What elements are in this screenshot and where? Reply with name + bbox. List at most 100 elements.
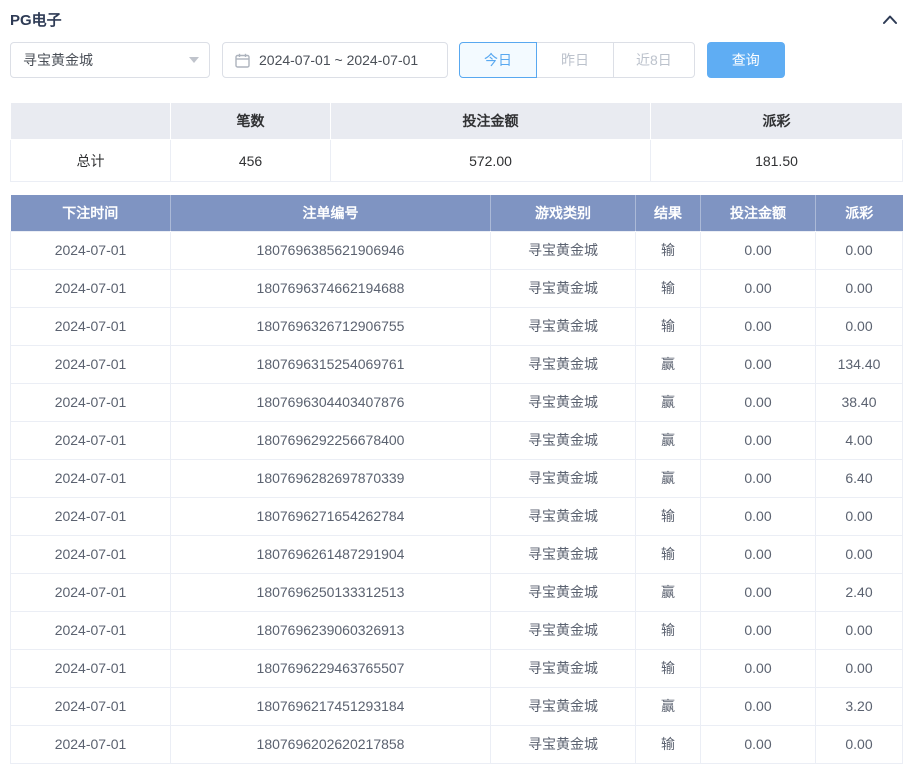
- table-cell: 0.00: [816, 535, 903, 573]
- table-cell: 输: [636, 231, 701, 269]
- table-cell: 2024-07-01: [11, 611, 171, 649]
- collapse-button[interactable]: [878, 12, 902, 27]
- table-cell: 0.00: [816, 611, 903, 649]
- table-cell: 0.00: [701, 497, 816, 535]
- table-cell: 2024-07-01: [11, 383, 171, 421]
- table-cell: 1807696239060326913: [171, 611, 491, 649]
- pg-panel: PG电子 寻宝黄金城 2024-07-01 ~ 2024-07-01 今日昨日近…: [0, 0, 912, 764]
- bet-col-header: 下注时间: [11, 195, 171, 231]
- search-button[interactable]: 查询: [707, 42, 785, 78]
- bet-header-row: 下注时间注单编号游戏类别结果投注金额派彩: [11, 195, 903, 231]
- table-cell: 0.00: [816, 269, 903, 307]
- bet-col-header: 结果: [636, 195, 701, 231]
- table-cell: 1807696374662194688: [171, 269, 491, 307]
- table-row: 2024-07-011807696271654262784寻宝黄金城输0.000…: [11, 497, 903, 535]
- summary-col-header: 笔数: [171, 103, 331, 140]
- quick-range-button[interactable]: 昨日: [536, 42, 614, 78]
- table-cell: 0.00: [701, 535, 816, 573]
- table-row: 2024-07-011807696326712906755寻宝黄金城输0.000…: [11, 307, 903, 345]
- table-cell: 赢: [636, 459, 701, 497]
- table-cell: 赢: [636, 687, 701, 725]
- summary-count: 456: [171, 140, 331, 182]
- table-cell: 1807696385621906946: [171, 231, 491, 269]
- bet-col-header: 派彩: [816, 195, 903, 231]
- table-cell: 0.00: [701, 421, 816, 459]
- table-cell: 寻宝黄金城: [491, 573, 636, 611]
- table-row: 2024-07-011807696202620217858寻宝黄金城输0.000…: [11, 725, 903, 763]
- table-cell: 2024-07-01: [11, 459, 171, 497]
- summary-payout: 181.50: [651, 140, 903, 182]
- date-range-input[interactable]: 2024-07-01 ~ 2024-07-01: [222, 42, 448, 78]
- table-cell: 0.00: [701, 269, 816, 307]
- filter-bar: 寻宝黄金城 2024-07-01 ~ 2024-07-01 今日昨日近8日 查询: [10, 42, 902, 78]
- bet-col-header: 注单编号: [171, 195, 491, 231]
- table-row: 2024-07-011807696385621906946寻宝黄金城输0.000…: [11, 231, 903, 269]
- table-cell: 1807696292256678400: [171, 421, 491, 459]
- table-row: 2024-07-011807696282697870339寻宝黄金城赢0.006…: [11, 459, 903, 497]
- table-row: 2024-07-011807696217451293184寻宝黄金城赢0.003…: [11, 687, 903, 725]
- table-cell: 1807696326712906755: [171, 307, 491, 345]
- table-cell: 输: [636, 611, 701, 649]
- table-cell: 寻宝黄金城: [491, 231, 636, 269]
- table-cell: 0.00: [816, 725, 903, 763]
- game-select-value: 寻宝黄金城: [23, 50, 93, 70]
- quick-range-group: 今日昨日近8日: [459, 42, 695, 78]
- table-cell: 寻宝黄金城: [491, 345, 636, 383]
- table-cell: 1807696261487291904: [171, 535, 491, 573]
- table-row: 2024-07-011807696315254069761寻宝黄金城赢0.001…: [11, 345, 903, 383]
- table-cell: 0.00: [701, 459, 816, 497]
- chevron-up-icon: [882, 14, 898, 25]
- table-cell: 0.00: [816, 497, 903, 535]
- summary-col-header: 派彩: [651, 103, 903, 140]
- quick-range-button[interactable]: 近8日: [613, 42, 695, 78]
- table-row: 2024-07-011807696250133312513寻宝黄金城赢0.002…: [11, 573, 903, 611]
- table-row: 2024-07-011807696239060326913寻宝黄金城输0.000…: [11, 611, 903, 649]
- summary-total-row: 总计 456 572.00 181.50: [11, 140, 903, 182]
- table-cell: 2024-07-01: [11, 231, 171, 269]
- table-cell: 赢: [636, 573, 701, 611]
- table-cell: 寻宝黄金城: [491, 383, 636, 421]
- table-cell: 1807696202620217858: [171, 725, 491, 763]
- table-cell: 0.00: [816, 231, 903, 269]
- table-cell: 寻宝黄金城: [491, 535, 636, 573]
- table-cell: 2024-07-01: [11, 535, 171, 573]
- date-range-value: 2024-07-01 ~ 2024-07-01: [259, 52, 418, 68]
- table-cell: 2024-07-01: [11, 497, 171, 535]
- table-cell: 寻宝黄金城: [491, 459, 636, 497]
- quick-range-button[interactable]: 今日: [459, 42, 537, 78]
- table-cell: 1807696304403407876: [171, 383, 491, 421]
- table-cell: 1807696315254069761: [171, 345, 491, 383]
- bet-col-header: 游戏类别: [491, 195, 636, 231]
- table-cell: 2024-07-01: [11, 649, 171, 687]
- table-cell: 2024-07-01: [11, 307, 171, 345]
- table-cell: 2024-07-01: [11, 269, 171, 307]
- page-title: PG电子: [10, 9, 62, 30]
- table-row: 2024-07-011807696304403407876寻宝黄金城赢0.003…: [11, 383, 903, 421]
- table-cell: 2024-07-01: [11, 573, 171, 611]
- table-cell: 0.00: [701, 231, 816, 269]
- table-cell: 赢: [636, 383, 701, 421]
- table-cell: 1807696250133312513: [171, 573, 491, 611]
- summary-col-header: [11, 103, 171, 140]
- table-cell: 0.00: [701, 383, 816, 421]
- game-select[interactable]: 寻宝黄金城: [10, 42, 210, 78]
- summary-row-label: 总计: [11, 140, 171, 182]
- table-row: 2024-07-011807696374662194688寻宝黄金城输0.000…: [11, 269, 903, 307]
- table-cell: 0.00: [701, 307, 816, 345]
- table-cell: 输: [636, 725, 701, 763]
- table-row: 2024-07-011807696229463765507寻宝黄金城输0.000…: [11, 649, 903, 687]
- table-row: 2024-07-011807696261487291904寻宝黄金城输0.000…: [11, 535, 903, 573]
- summary-col-header: 投注金额: [331, 103, 651, 140]
- bet-col-header: 投注金额: [701, 195, 816, 231]
- table-cell: 输: [636, 649, 701, 687]
- table-row: 2024-07-011807696292256678400寻宝黄金城赢0.004…: [11, 421, 903, 459]
- table-cell: 寻宝黄金城: [491, 687, 636, 725]
- table-cell: 0.00: [701, 649, 816, 687]
- table-cell: 3.20: [816, 687, 903, 725]
- table-cell: 134.40: [816, 345, 903, 383]
- panel-header: PG电子: [10, 0, 902, 34]
- chevron-down-icon: [189, 57, 199, 63]
- table-cell: 赢: [636, 421, 701, 459]
- table-cell: 0.00: [701, 687, 816, 725]
- table-cell: 0.00: [701, 573, 816, 611]
